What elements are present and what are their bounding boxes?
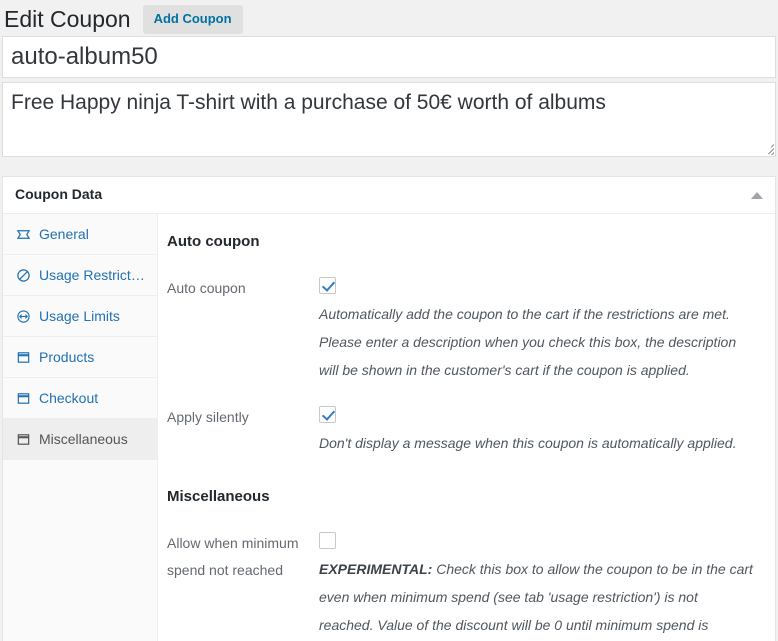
miscellaneous-panel: Auto coupon Auto coupon Automatically ad…: [158, 214, 775, 641]
window-icon: [15, 431, 31, 447]
coupon-data-metabox: Coupon Data General: [2, 176, 776, 641]
auto-coupon-checkbox[interactable]: [319, 277, 336, 294]
field-description-prefix: EXPERIMENTAL:: [319, 561, 432, 577]
sidebar-item-label: General: [39, 224, 89, 244]
page-header: Edit Coupon Add Coupon: [0, 0, 778, 36]
apply-silently-checkbox[interactable]: [319, 406, 336, 423]
sidebar-item-checkout[interactable]: Checkout: [3, 378, 157, 419]
sidebar-item-label: Usage Restriction: [39, 265, 147, 285]
sidebar-item-label: Usage Limits: [39, 306, 120, 326]
chevron-up-icon[interactable]: [751, 192, 763, 199]
sidebar-item-general[interactable]: General: [3, 214, 157, 255]
field-apply-silently: Apply silently Don't display a message w…: [167, 404, 763, 457]
add-coupon-button[interactable]: Add Coupon: [143, 5, 243, 34]
no-entry-icon: [15, 267, 31, 283]
field-control-auto-coupon: Automatically add the coupon to the cart…: [319, 275, 763, 384]
field-control-apply-silently: Don't display a message when this coupon…: [319, 404, 763, 457]
window-icon: [15, 390, 31, 406]
section-title-miscellaneous: Miscellaneous: [167, 486, 763, 512]
window-icon: [15, 349, 31, 365]
coupon-code-input[interactable]: [2, 36, 776, 78]
sidebar-item-label: Checkout: [39, 388, 98, 408]
sidebar-item-label: Miscellaneous: [39, 429, 128, 449]
sidebar-item-label: Products: [39, 347, 94, 367]
allow-min-spend-checkbox[interactable]: [319, 532, 336, 549]
coupon-data-title: Coupon Data: [15, 185, 102, 205]
ticket-icon: [15, 226, 31, 242]
page-title: Edit Coupon: [4, 5, 139, 34]
field-allow-min-spend: Allow when minimum spend not reached EXP…: [167, 530, 763, 641]
sidebar-item-usage-limits[interactable]: Usage Limits: [3, 296, 157, 337]
field-auto-coupon: Auto coupon Automatically add the coupon…: [167, 275, 763, 384]
limits-arrow-icon: [15, 308, 31, 324]
sidebar-item-usage-restriction[interactable]: Usage Restriction: [3, 255, 157, 296]
sidebar-item-miscellaneous[interactable]: Miscellaneous: [3, 419, 157, 460]
coupon-data-header[interactable]: Coupon Data: [3, 177, 775, 214]
field-description-allow-min-spend: EXPERIMENTAL: Check this box to allow th…: [319, 555, 756, 641]
coupon-description-field-wrap: Free Happy ninja T-shirt with a purchase…: [0, 78, 778, 157]
sidebar-item-products[interactable]: Products: [3, 337, 157, 378]
field-label-allow-min-spend: Allow when minimum spend not reached: [167, 530, 319, 584]
coupon-code-field-wrap: [0, 36, 778, 78]
section-title-auto-coupon: Auto coupon: [167, 231, 763, 257]
field-description-apply-silently: Don't display a message when this coupon…: [319, 429, 756, 457]
coupon-data-tabs: General Usage Restriction: [3, 214, 158, 641]
field-label-auto-coupon: Auto coupon: [167, 275, 319, 302]
coupon-description-textarea[interactable]: Free Happy ninja T-shirt with a purchase…: [2, 82, 776, 157]
field-control-allow-min-spend: EXPERIMENTAL: Check this box to allow th…: [319, 530, 763, 641]
field-label-apply-silently: Apply silently: [167, 404, 319, 431]
field-description-auto-coupon: Automatically add the coupon to the cart…: [319, 300, 756, 384]
coupon-data-body: General Usage Restriction: [3, 214, 775, 641]
